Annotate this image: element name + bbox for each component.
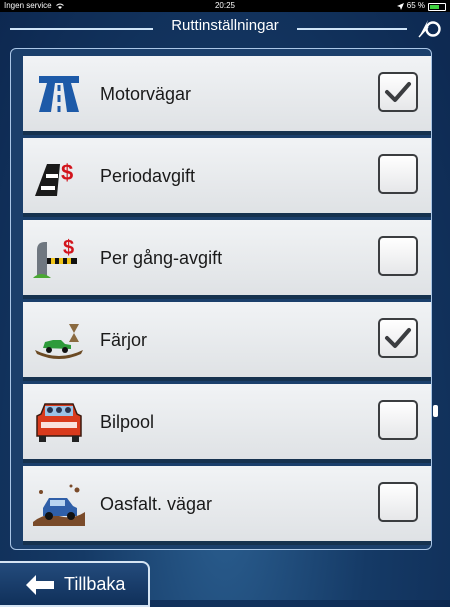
- compass-icon[interactable]: [416, 16, 442, 42]
- ferry-icon: [35, 324, 83, 359]
- motorways-checkbox[interactable]: [378, 72, 418, 112]
- option-row-period-toll[interactable]: $ Periodavgift: [23, 138, 431, 217]
- option-label: Bilpool: [100, 412, 155, 432]
- option-row-unpaved-roads[interactable]: Oasfalt. vägar: [23, 466, 431, 545]
- option-row-ferries[interactable]: Färjor: [23, 302, 431, 381]
- battery-fill: [430, 5, 440, 9]
- battery-icon: [428, 3, 446, 11]
- option-label: Färjor: [100, 330, 148, 350]
- option-label: Oasfalt. vägar: [100, 494, 213, 514]
- back-label: Tillbaka: [64, 574, 126, 594]
- option-label: Motorvägar: [100, 84, 192, 104]
- unpaved-road-icon: [33, 484, 85, 526]
- option-label: Periodavgift: [100, 166, 196, 186]
- checkmark-icon: [385, 82, 411, 102]
- toll-road-icon: $: [35, 160, 73, 196]
- header: Ruttinställningar: [0, 12, 450, 48]
- option-label: Per gång-avgift: [100, 248, 223, 268]
- status-right: 65 %: [396, 0, 446, 12]
- header-line-right: [297, 28, 407, 30]
- battery-percent: 65 %: [406, 1, 425, 10]
- location-arrow-icon: [396, 2, 404, 10]
- ferries-checkbox[interactable]: [378, 318, 418, 358]
- svg-text:$: $: [63, 237, 74, 259]
- status-time: 20:25: [214, 1, 236, 10]
- option-row-carpool[interactable]: Bilpool: [23, 384, 431, 463]
- per-use-toll-checkbox[interactable]: [378, 236, 418, 276]
- unpaved-roads-checkbox[interactable]: [378, 482, 418, 522]
- settings-panel: Motorvägar $ Periodavgift $ Per gång-avg…: [10, 48, 432, 550]
- option-row-motorways[interactable]: Motorvägar: [23, 56, 431, 135]
- carpool-checkbox[interactable]: [378, 400, 418, 440]
- carpool-icon: [36, 403, 82, 442]
- scrollbar-thumb[interactable]: [433, 405, 438, 417]
- header-line-left: [10, 28, 153, 30]
- back-button[interactable]: Tillbaka: [0, 561, 150, 607]
- status-bar: Ingen service 20:25 65 %: [0, 0, 450, 12]
- highway-icon: [39, 76, 79, 112]
- arrow-left-icon: [26, 575, 54, 595]
- option-row-per-use-toll[interactable]: $ Per gång-avgift: [23, 220, 431, 299]
- checkmark-icon: [385, 328, 411, 348]
- toll-gate-icon: $: [33, 237, 77, 278]
- period-toll-checkbox[interactable]: [378, 154, 418, 194]
- svg-text:$: $: [61, 160, 73, 185]
- page-title: Ruttinställningar: [171, 17, 279, 34]
